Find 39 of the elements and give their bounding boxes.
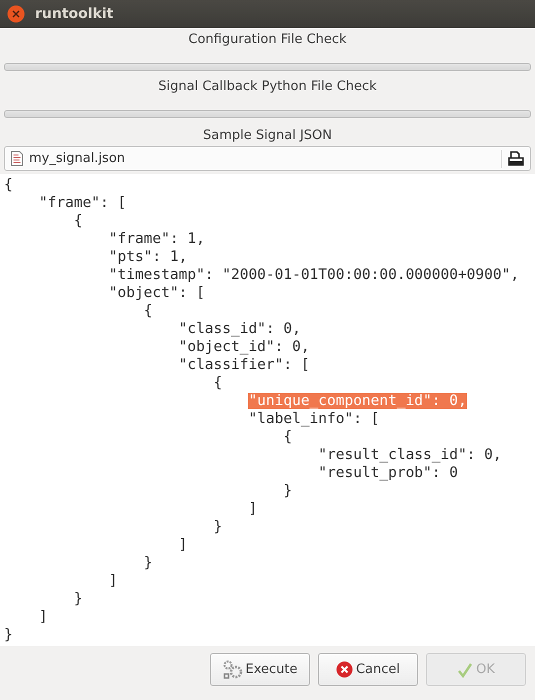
file-chooser[interactable]: my_signal.json xyxy=(4,146,531,171)
cancel-icon xyxy=(336,661,353,678)
code-line: } xyxy=(283,483,292,499)
code-line: } xyxy=(4,627,13,643)
code-line: ] xyxy=(108,573,118,589)
section-label: Configuration File Check xyxy=(187,32,348,49)
code-line: "class_id": 0, xyxy=(178,321,301,337)
gears-icon xyxy=(222,660,242,680)
code-line: "object_id": 0, xyxy=(178,339,310,355)
code-line: "timestamp": "2000-01-01T00:00:00.000000+0900", xyxy=(108,267,520,283)
code-line: "frame": [ xyxy=(38,195,126,211)
code-line: { xyxy=(4,177,13,193)
window-title: runtoolkit xyxy=(35,6,114,22)
code-line: } xyxy=(74,591,83,607)
code-line: ] xyxy=(38,609,48,625)
code-line: ] xyxy=(248,501,258,517)
open-file-icon[interactable] xyxy=(508,151,524,166)
code-line: "label_info": [ xyxy=(248,411,380,427)
code-line: "pts": 1, xyxy=(108,249,188,265)
code-line: } xyxy=(144,555,152,571)
file-name: my_signal.json xyxy=(29,151,126,166)
cancel-button[interactable]: Cancel xyxy=(318,653,418,686)
section-label: Sample Signal JSON xyxy=(202,128,333,143)
code-line: "classifier": [ xyxy=(178,357,310,373)
document-icon xyxy=(11,151,23,166)
code-line: { xyxy=(283,429,292,445)
code-line: ] xyxy=(178,537,188,553)
code-line: "result_prob": 0 xyxy=(318,465,458,481)
code-line: "frame": 1, xyxy=(108,231,205,247)
section-label: Signal Callback Python File Check xyxy=(157,79,378,96)
code-line: { xyxy=(214,375,222,391)
execute-button[interactable]: Execute xyxy=(210,653,310,686)
close-icon[interactable] xyxy=(7,5,25,23)
code-line: "result_class_id": 0, xyxy=(318,447,502,463)
code-line: { xyxy=(74,213,83,229)
code-line: { xyxy=(144,303,152,319)
code-line: } xyxy=(214,519,222,535)
checkmark-icon xyxy=(457,662,474,678)
code-line: "object": [ xyxy=(108,285,205,301)
